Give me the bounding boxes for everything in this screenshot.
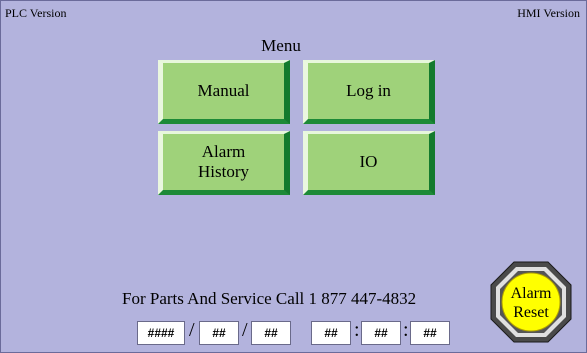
plc-version-label: PLC Version xyxy=(5,6,67,20)
date-separator: / xyxy=(189,319,195,341)
hmi-version-label: HMI Version xyxy=(517,6,580,20)
menu-title: Menu xyxy=(261,36,301,55)
alarm-reset-button[interactable]: Alarm Reset xyxy=(489,260,573,344)
io-button[interactable]: IO xyxy=(303,131,435,195)
date-month-field[interactable]: ## xyxy=(199,321,239,345)
hmi-screen: PLC Version HMI Version Menu Manual Log … xyxy=(0,0,587,353)
time-second-field[interactable]: ## xyxy=(410,321,450,345)
alarm-history-button-label: Alarm History xyxy=(198,142,249,181)
time-separator: : xyxy=(403,319,409,341)
time-hour-field[interactable]: ## xyxy=(311,321,351,345)
service-phone-text: For Parts And Service Call 1 877 447-483… xyxy=(122,289,417,308)
time-separator: : xyxy=(354,319,360,341)
login-button[interactable]: Log in xyxy=(303,60,435,124)
alarm-reset-face xyxy=(501,272,561,332)
alarm-reset-label-line1: Alarm xyxy=(511,285,552,302)
time-minute-field[interactable]: ## xyxy=(361,321,401,345)
alarm-history-button[interactable]: Alarm History xyxy=(158,131,290,195)
date-day-field[interactable]: ## xyxy=(251,321,291,345)
date-year-field[interactable]: #### xyxy=(137,321,185,345)
alarm-reset-label-line2: Reset xyxy=(513,304,549,321)
io-button-label: IO xyxy=(359,152,378,171)
login-button-label: Log in xyxy=(346,81,391,100)
date-separator: / xyxy=(242,319,248,341)
manual-button[interactable]: Manual xyxy=(158,60,290,124)
manual-button-label: Manual xyxy=(197,81,250,100)
